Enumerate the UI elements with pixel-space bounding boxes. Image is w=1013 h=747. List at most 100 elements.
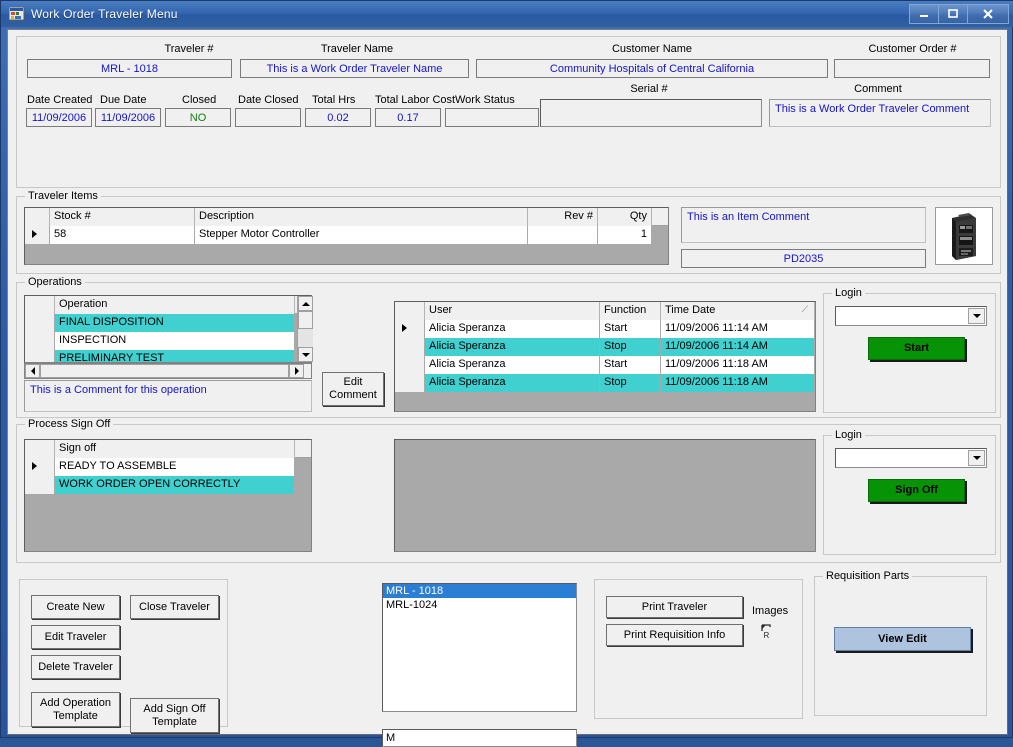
start-button[interactable]: Start (868, 337, 965, 360)
chevron-down-icon[interactable] (968, 308, 985, 324)
edit-comment-button[interactable]: Edit Comment (322, 372, 384, 406)
col-function-header[interactable]: Function (600, 302, 661, 320)
sign-off-grid[interactable]: Sign off READY TO ASSEMBLE WORK ORDER OP… (24, 439, 312, 552)
item-comment-field[interactable]: This is an Item Comment (681, 207, 926, 243)
cell-function[interactable]: Stop (600, 338, 661, 356)
list-item[interactable]: FINAL DISPOSITION (25, 314, 311, 332)
cell-function[interactable]: Start (600, 356, 661, 374)
cell-timedate[interactable]: 11/09/2006 11:14 AM (661, 338, 815, 356)
list-item[interactable]: PRELIMINARY TEST (25, 350, 311, 362)
op-label[interactable]: INSPECTION (55, 332, 295, 350)
col-description-header[interactable]: Description (195, 208, 528, 226)
item-image-thumbnail[interactable] (935, 207, 993, 265)
view-edit-button[interactable]: View Edit (834, 627, 971, 651)
cell-stock[interactable]: 58 (50, 226, 195, 244)
scroll-thumb[interactable] (298, 311, 313, 329)
closed-label: Closed (182, 94, 217, 106)
close-traveler-button[interactable]: Close Traveler (130, 595, 219, 619)
signoff-label[interactable]: READY TO ASSEMBLE (55, 458, 295, 476)
print-requisition-info-button[interactable]: Print Requisition Info (606, 624, 743, 646)
operation-log-grid[interactable]: User Function Time Date ⟋ Alicia Speranz… (394, 301, 816, 412)
op-label[interactable]: FINAL DISPOSITION (55, 314, 295, 332)
item-part-number-field[interactable]: PD2035 (681, 249, 926, 268)
chevron-down-icon[interactable] (968, 450, 985, 466)
cell-rev[interactable] (528, 226, 598, 244)
add-operation-template-button[interactable]: Add Operation Template (31, 692, 120, 727)
table-row[interactable]: 58 Stepper Motor Controller 1 (25, 226, 668, 244)
sign-off-login-combo[interactable] (835, 448, 987, 468)
create-new-button[interactable]: Create New (31, 595, 120, 619)
col-timedate-header[interactable]: Time Date ⟋ (661, 302, 815, 320)
table-row[interactable]: Alicia Speranza Stop 11/09/2006 11:18 AM (395, 374, 815, 392)
cell-function[interactable]: Stop (600, 374, 661, 392)
chevron-up-icon (301, 301, 310, 306)
total-hrs-field[interactable]: 0.02 (305, 108, 371, 127)
list-item[interactable]: MRL - 1018 (383, 584, 576, 598)
cell-timedate[interactable]: 11/09/2006 11:18 AM (661, 356, 815, 374)
operations-group: Operations Operation FINAL DISPOSITION I… (16, 276, 1001, 418)
col-operation-header[interactable]: Operation (55, 296, 295, 314)
operations-vscrollbar[interactable] (297, 296, 313, 362)
operation-comment-field[interactable]: This is a Comment for this operation (24, 380, 312, 412)
scroll-left-button[interactable] (25, 364, 40, 378)
traveler-listbox[interactable]: MRL - 1018 MRL-1024 (382, 583, 577, 712)
cell-description[interactable]: Stepper Motor Controller (195, 226, 528, 244)
minimize-button[interactable] (909, 4, 939, 24)
col-stock-header[interactable]: Stock # (50, 208, 195, 226)
cell-timedate[interactable]: 11/09/2006 11:14 AM (661, 320, 815, 338)
cell-function[interactable]: Start (600, 320, 661, 338)
close-button[interactable] (967, 4, 1009, 24)
list-item[interactable]: READY TO ASSEMBLE (25, 458, 311, 476)
hscroll-thumb[interactable] (40, 364, 289, 378)
edit-traveler-button[interactable]: Edit Traveler (31, 625, 120, 649)
sign-off-detail-panel[interactable] (394, 439, 816, 552)
cell-timedate[interactable]: 11/09/2006 11:18 AM (661, 374, 815, 392)
cell-user[interactable]: Alicia Speranza (425, 320, 600, 338)
sign-off-button[interactable]: Sign Off (868, 479, 965, 502)
col-qty-header[interactable]: Qty (598, 208, 652, 226)
traveler-actions-panel: Create New Close Traveler Edit Traveler … (19, 579, 228, 733)
traveler-items-grid[interactable]: Stock # Description Rev # Qty 58 Stepper… (24, 207, 669, 265)
scroll-up-button[interactable] (298, 296, 313, 311)
cell-user[interactable]: Alicia Speranza (425, 374, 600, 392)
customer-order-field[interactable] (834, 59, 990, 78)
op-label[interactable]: PRELIMINARY TEST (55, 350, 295, 362)
operations-hscrollbar[interactable] (24, 363, 312, 379)
maximize-button[interactable] (938, 4, 968, 24)
print-traveler-button[interactable]: Print Traveler (606, 596, 743, 618)
list-item[interactable]: INSPECTION (25, 332, 311, 350)
table-row[interactable]: Alicia Speranza Start 11/09/2006 11:14 A… (395, 320, 815, 338)
date-closed-field[interactable] (235, 108, 301, 127)
col-signoff-header[interactable]: Sign off (55, 440, 295, 458)
cell-qty[interactable]: 1 (598, 226, 652, 244)
broken-image-icon[interactable]: R (761, 624, 775, 640)
closed-field[interactable]: NO (165, 108, 231, 127)
total-labor-cost-field[interactable]: 0.17 (375, 108, 441, 127)
cell-user[interactable]: Alicia Speranza (425, 338, 600, 356)
scroll-right-button[interactable] (289, 364, 304, 378)
list-item[interactable]: MRL-1024 (383, 598, 576, 612)
chevron-right-icon (294, 367, 299, 375)
traveler-no-field[interactable]: MRL - 1018 (27, 59, 232, 78)
list-item[interactable]: WORK ORDER OPEN CORRECTLY (25, 476, 311, 494)
traveler-comment-field[interactable]: This is a Work Order Traveler Comment (769, 99, 991, 127)
traveler-name-field[interactable]: This is a Work Order Traveler Name (240, 59, 469, 78)
grid-empty-area (25, 244, 668, 264)
col-rev-header[interactable]: Rev # (528, 208, 598, 226)
operations-login-combo[interactable] (835, 306, 987, 326)
signoff-label[interactable]: WORK ORDER OPEN CORRECTLY (55, 476, 295, 494)
table-row[interactable]: Alicia Speranza Stop 11/09/2006 11:14 AM (395, 338, 815, 356)
work-status-field[interactable] (445, 108, 539, 127)
table-row[interactable]: Alicia Speranza Start 11/09/2006 11:18 A… (395, 356, 815, 374)
operations-grid[interactable]: Operation FINAL DISPOSITION INSPECTION P… (24, 295, 312, 363)
col-user-header[interactable]: User (425, 302, 600, 320)
due-date-field[interactable]: 11/09/2006 (95, 108, 161, 127)
add-sign-off-template-button[interactable]: Add Sign Off Template (130, 698, 219, 733)
cell-user[interactable]: Alicia Speranza (425, 356, 600, 374)
delete-traveler-button[interactable]: Delete Traveler (31, 655, 120, 679)
scroll-down-button[interactable] (298, 347, 313, 362)
date-created-field[interactable]: 11/09/2006 (26, 108, 92, 127)
customer-name-field[interactable]: Community Hospitals of Central Californi… (476, 59, 828, 78)
serial-field[interactable] (540, 99, 762, 127)
traveler-search-input[interactable]: M (382, 729, 577, 747)
